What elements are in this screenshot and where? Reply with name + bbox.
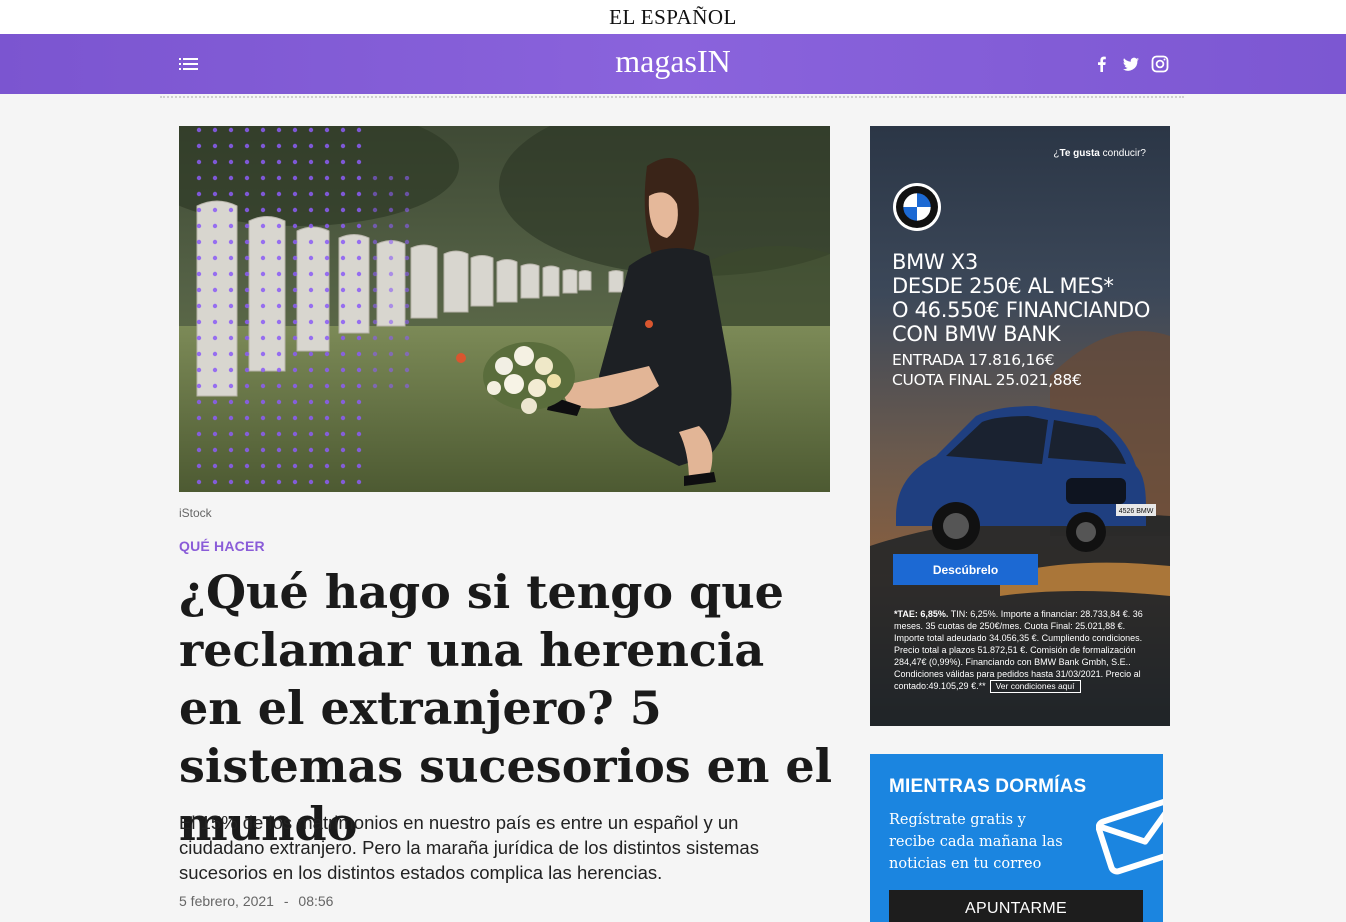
brand-main: magas (615, 43, 697, 79)
article-hero-image (179, 126, 830, 492)
ad-subheadline: ENTRADA 17.816,16€ CUOTA FINAL 25.021,88… (892, 350, 1082, 390)
ad-headline-line: O 46.550€ FINANCIANDO (892, 298, 1151, 322)
brand-accent: IN (696, 43, 731, 79)
newsletter-text: Regístrate gratis y recibe cada mañana l… (889, 812, 1063, 872)
newsletter-box: MIENTRAS DORMÍAS Regístrate gratis y rec… (870, 754, 1163, 922)
license-plate-text: 4526 BMW (1119, 508, 1154, 515)
bmw-logo-icon (892, 182, 942, 232)
article-date: 5 febrero, 2021 (179, 893, 274, 909)
facebook-icon[interactable] (1092, 54, 1112, 74)
ad-headline: BMW X3 DESDE 250€ AL MES* O 46.550€ FINA… (892, 250, 1150, 346)
ad-headline-line: DESDE 250€ AL MES* (892, 274, 1114, 298)
parent-site-bar: EL ESPAÑOL (0, 0, 1346, 34)
image-credit: iStock (179, 506, 212, 520)
article-dateline: 5 febrero, 2021 - 08:56 (179, 893, 333, 909)
main-navbar: magasIN (0, 34, 1346, 94)
social-links (1092, 54, 1170, 74)
ad-cta-button[interactable]: Descúbrelo (893, 554, 1038, 585)
article-time: 08:56 (298, 893, 334, 909)
ad-legal-text: *TAE: 6,85%. TIN: 6,25%. Importe a finan… (894, 608, 1156, 693)
ad-tagline-bold: Te gusta (1059, 148, 1100, 159)
ad-legal-body: TIN: 6,25%. Importe a financiar: 28.733,… (894, 609, 1143, 691)
ad-conditions-link[interactable]: Ver condiciones aquí (989, 680, 1081, 693)
envelope-icon (1095, 788, 1163, 878)
ad-tagline-rest: conducir? (1099, 148, 1146, 159)
car-image: 4526 BMW (886, 396, 1156, 556)
ad-sub-line: ENTRADA 17.816,16€ (892, 351, 1055, 369)
bmw-ad-banner[interactable]: ¿Te gusta conducir? BMW X3 DESDE 250€ AL… (870, 126, 1170, 726)
ad-legal-bold: *TAE: 6,85%. (894, 609, 949, 619)
twitter-icon[interactable] (1121, 54, 1141, 74)
ad-headline-line: CON BMW BANK (892, 322, 1061, 346)
ad-headline-line: BMW X3 (892, 250, 978, 274)
section-link[interactable]: QUÉ HACER (179, 538, 265, 554)
ad-tagline: ¿Te gusta conducir? (1053, 148, 1146, 159)
ad-sub-line: CUOTA FINAL 25.021,88€ (892, 371, 1082, 389)
newsletter-subscribe-button[interactable]: APUNTARME (889, 890, 1143, 922)
el-espanol-logo-text: EL ESPAÑOL (609, 4, 737, 29)
date-separator: - (283, 893, 289, 909)
instagram-icon[interactable] (1150, 54, 1170, 74)
el-espanol-logo[interactable]: EL ESPAÑOL (609, 5, 737, 30)
article-summary: El 15% de los matrimonios en nuestro paí… (179, 812, 759, 883)
header-divider (160, 96, 1184, 98)
newsletter-title: MIENTRAS DORMÍAS (889, 776, 1087, 797)
